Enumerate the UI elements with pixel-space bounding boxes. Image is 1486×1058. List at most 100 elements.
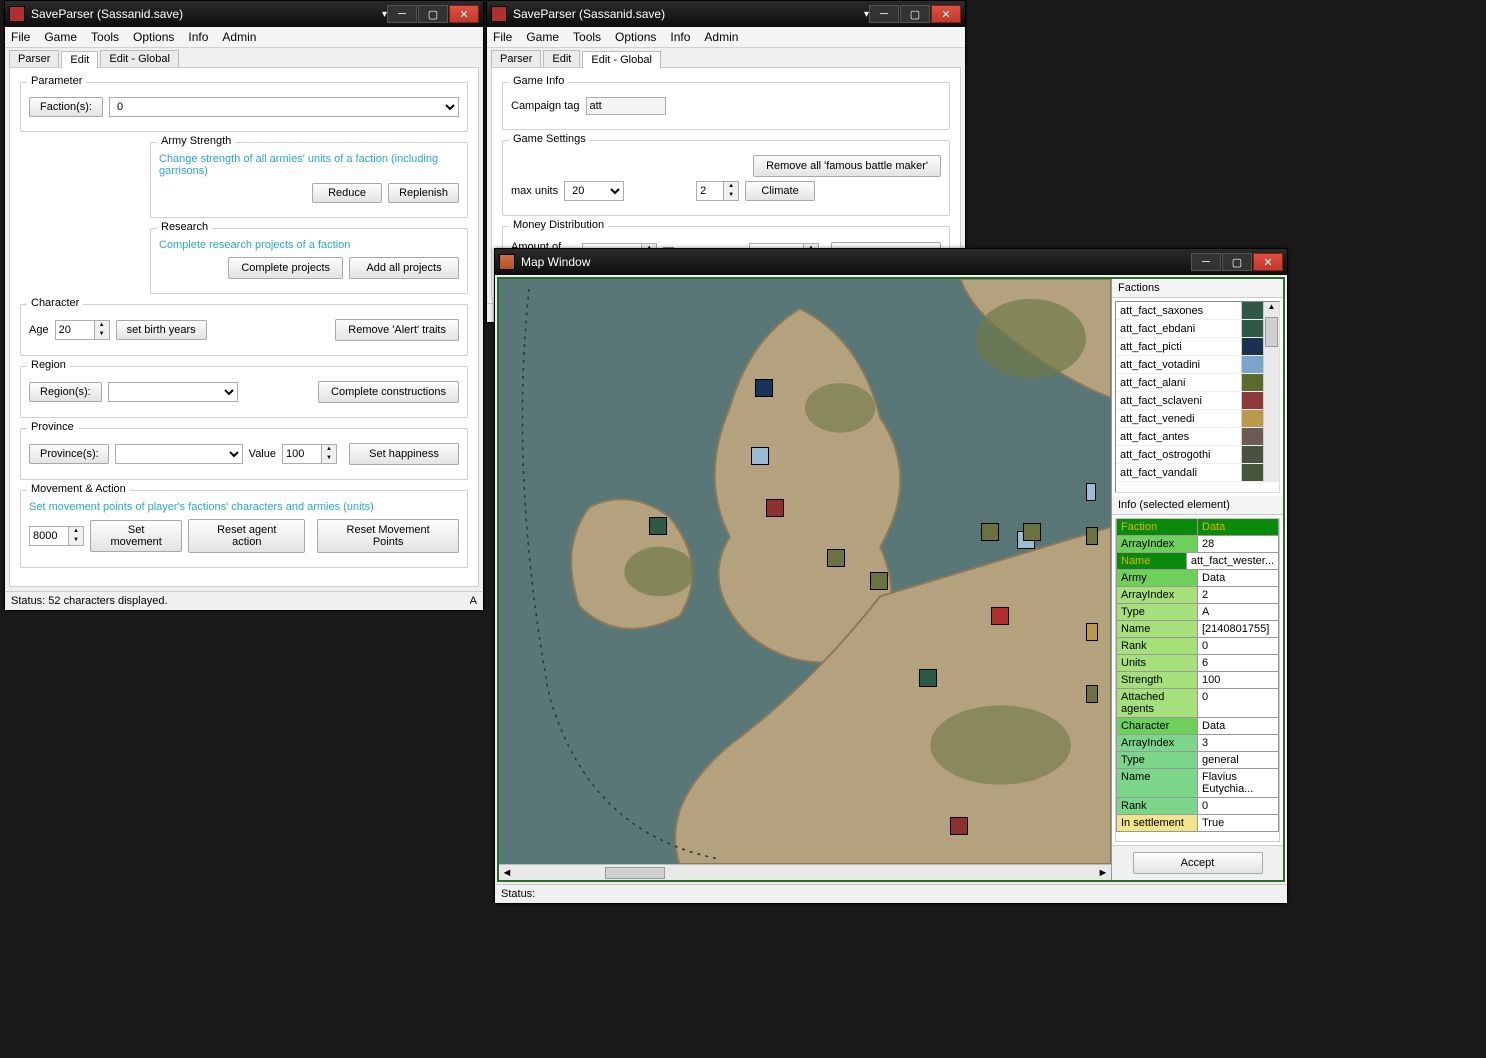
reset-movement-points-button[interactable]: Reset Movement Points	[317, 519, 459, 553]
menu-game[interactable]: Game	[526, 30, 559, 44]
statusbar-map: Status:	[495, 884, 1287, 903]
menu-options[interactable]: Options	[615, 30, 656, 44]
info-row[interactable]: CharacterData	[1116, 718, 1279, 735]
app-icon	[9, 6, 25, 22]
info-row[interactable]: TypeA	[1116, 604, 1279, 621]
info-row[interactable]: In settlementTrue	[1116, 815, 1279, 832]
set-movement-button[interactable]: Set movement	[90, 520, 182, 552]
info-row[interactable]: Rank0	[1116, 798, 1279, 815]
region-button[interactable]: Region(s):	[29, 382, 102, 402]
gamesettings-legend: Game Settings	[509, 133, 590, 145]
status-text: Status:	[501, 888, 535, 900]
maxunits-select[interactable]: 20	[564, 181, 624, 201]
menu-admin[interactable]: Admin	[222, 30, 256, 44]
region-select[interactable]	[108, 382, 238, 402]
maximize-button[interactable]: ▢	[418, 5, 448, 23]
tab-edit---global[interactable]: Edit - Global	[582, 51, 661, 68]
faction-row[interactable]: att_fact_sclaveni	[1116, 392, 1263, 410]
map-canvas[interactable]	[499, 279, 1111, 864]
minimize-button[interactable]: ─	[387, 5, 417, 23]
movement-hint: Set movement points of player's factions…	[29, 501, 459, 513]
menu-game[interactable]: Game	[44, 30, 77, 44]
complete-projects-button[interactable]: Complete projects	[228, 257, 343, 279]
titlebar-1[interactable]: SaveParser (Sassanid.save) ▾ ─ ▢ ✕	[5, 1, 483, 27]
set-happiness-button[interactable]: Set happiness	[349, 443, 459, 465]
faction-row[interactable]: att_fact_saxones	[1116, 302, 1263, 320]
maximize-button[interactable]: ▢	[900, 5, 930, 23]
province-select[interactable]	[115, 444, 243, 464]
value-spinner[interactable]: ▲▼	[282, 444, 337, 464]
minimize-button[interactable]: ─	[1191, 253, 1221, 271]
info-row[interactable]: Typegeneral	[1116, 752, 1279, 769]
army-strength-legend: Army Strength	[157, 135, 235, 147]
titlebar-2[interactable]: SaveParser (Sassanid.save) ▾ ─ ▢ ✕	[487, 1, 965, 27]
army-hint: Change strength of all armies' units of …	[159, 153, 459, 177]
faction-row[interactable]: att_fact_vandali	[1116, 464, 1263, 482]
replenish-button[interactable]: Replenish	[388, 183, 459, 203]
faction-row[interactable]: att_fact_alani	[1116, 374, 1263, 392]
info-row[interactable]: Attached agents0	[1116, 689, 1279, 718]
tab-parser[interactable]: Parser	[9, 50, 59, 67]
reduce-button[interactable]: Reduce	[312, 183, 382, 203]
province-button[interactable]: Province(s):	[29, 444, 109, 464]
close-button[interactable]: ✕	[449, 5, 479, 23]
tab-parser[interactable]: Parser	[491, 50, 541, 67]
info-row[interactable]: Nameatt_fact_wester...	[1116, 553, 1279, 570]
map-hscrollbar[interactable]: ◄►	[499, 864, 1111, 880]
menu-admin[interactable]: Admin	[704, 30, 738, 44]
faction-row[interactable]: att_fact_venedi	[1116, 410, 1263, 428]
info-row[interactable]: ArrayIndex3	[1116, 735, 1279, 752]
tab-edit[interactable]: Edit	[61, 51, 98, 68]
set-birth-button[interactable]: set birth years	[116, 320, 207, 340]
info-row[interactable]: Rank0	[1116, 638, 1279, 655]
menu-tools[interactable]: Tools	[573, 30, 601, 44]
climate-button[interactable]: Climate	[745, 181, 815, 201]
remove-alert-button[interactable]: Remove 'Alert' traits	[335, 319, 459, 341]
info-table[interactable]: FactionDataArrayIndex28Nameatt_fact_west…	[1115, 518, 1280, 842]
info-row[interactable]: Name[2140801755]	[1116, 621, 1279, 638]
faction-row[interactable]: att_fact_ostrogothi	[1116, 446, 1263, 464]
gameinfo-legend: Game Info	[509, 75, 568, 87]
age-spinner[interactable]: ▲▼	[55, 320, 110, 340]
info-row[interactable]: ArmyData	[1116, 570, 1279, 587]
parameter-legend: Parameter	[27, 75, 86, 87]
num-spinner[interactable]: ▲▼	[696, 181, 739, 201]
info-row[interactable]: FactionData	[1116, 519, 1279, 536]
research-hint: Complete research projects of a faction	[159, 239, 459, 251]
menu-info[interactable]: Info	[670, 30, 690, 44]
menu-file[interactable]: File	[11, 30, 30, 44]
reset-agent-button[interactable]: Reset agent action	[188, 519, 305, 553]
accept-button[interactable]: Accept	[1133, 852, 1263, 874]
movement-spinner[interactable]: ▲▼	[29, 526, 84, 546]
menu-tools[interactable]: Tools	[91, 30, 119, 44]
faction-button[interactable]: Faction(s):	[29, 97, 103, 117]
app-icon	[499, 254, 515, 270]
close-button[interactable]: ✕	[1253, 253, 1283, 271]
faction-row[interactable]: att_fact_votadini	[1116, 356, 1263, 374]
info-row[interactable]: ArrayIndex28	[1116, 536, 1279, 553]
info-row[interactable]: NameFlavius Eutychia...	[1116, 769, 1279, 798]
titlebar-map[interactable]: Map Window ─ ▢ ✕	[495, 249, 1287, 275]
menu-file[interactable]: File	[493, 30, 512, 44]
window-title: SaveParser (Sassanid.save)	[31, 7, 378, 21]
info-row[interactable]: Strength100	[1116, 672, 1279, 689]
tab-edit---global[interactable]: Edit - Global	[100, 50, 179, 67]
remove-famous-button[interactable]: Remove all 'famous battle maker'	[753, 155, 941, 177]
close-button[interactable]: ✕	[931, 5, 961, 23]
maximize-button[interactable]: ▢	[1222, 253, 1252, 271]
tab-edit[interactable]: Edit	[543, 50, 580, 67]
faction-scrollbar[interactable]: ▲	[1263, 302, 1279, 482]
menu-options[interactable]: Options	[133, 30, 174, 44]
faction-row[interactable]: att_fact_ebdani	[1116, 320, 1263, 338]
app-icon	[491, 6, 507, 22]
menu-info[interactable]: Info	[188, 30, 208, 44]
add-all-projects-button[interactable]: Add all projects	[349, 257, 459, 279]
faction-list[interactable]: att_fact_saxonesatt_fact_ebdaniatt_fact_…	[1115, 301, 1280, 493]
complete-constructions-button[interactable]: Complete constructions	[318, 381, 459, 403]
faction-row[interactable]: att_fact_picti	[1116, 338, 1263, 356]
info-row[interactable]: ArrayIndex2	[1116, 587, 1279, 604]
faction-select[interactable]: 0	[109, 97, 459, 117]
info-row[interactable]: Units6	[1116, 655, 1279, 672]
faction-row[interactable]: att_fact_antes	[1116, 428, 1263, 446]
minimize-button[interactable]: ─	[869, 5, 899, 23]
